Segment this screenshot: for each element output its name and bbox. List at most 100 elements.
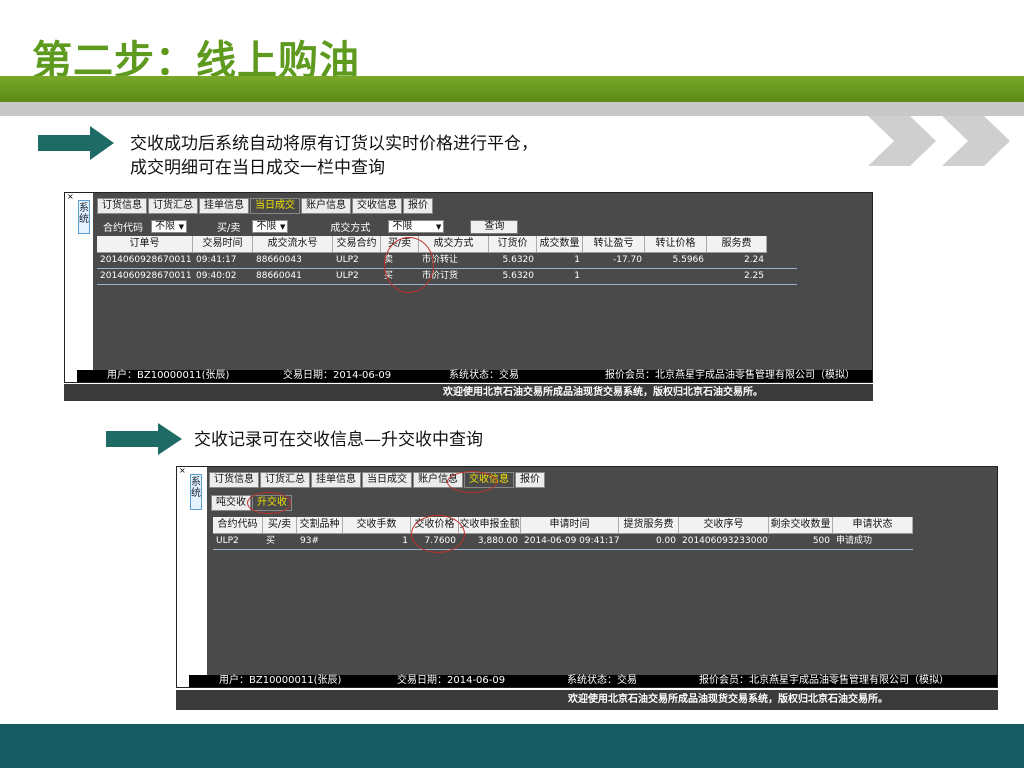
cell-transfer-pl: -17.70 bbox=[612, 255, 642, 265]
col-quantity: 成交数量 bbox=[537, 236, 583, 253]
tab-bar: 订货信息 订货汇总 挂单信息 当日成交 账户信息 交收信息 报价 bbox=[97, 198, 434, 214]
side-strip: × 系统 bbox=[177, 466, 207, 687]
col-transfer-pl: 转让盈亏 bbox=[583, 236, 645, 253]
caption-1-line-2: 成交明细可在当日成交一栏中查询 bbox=[130, 158, 385, 178]
cell-trade-time: 09:40:02 bbox=[196, 271, 237, 281]
cell-contract: ULP2 bbox=[336, 255, 359, 265]
subtab-ton-delivery[interactable]: 吨交收 bbox=[211, 495, 251, 511]
cell-quantity: 1 bbox=[574, 271, 580, 281]
welcome-bar: 欢迎使用北京石油交易所成品油现货交易系统，版权归北京石油交易所。 bbox=[64, 384, 873, 401]
col-declared-amount: 交收申报金额 bbox=[459, 517, 521, 534]
tab-today-trades[interactable]: 当日成交 bbox=[362, 472, 412, 488]
cell-delivery-seq: 2014060932330007 bbox=[682, 536, 769, 546]
cell-contract: ULP2 bbox=[336, 271, 359, 281]
cell-order-no: 2014060928670011 bbox=[100, 255, 192, 265]
cell-remaining-qty: 500 bbox=[812, 536, 830, 546]
highlight-circle-buysell bbox=[384, 237, 434, 293]
cell-apply-status: 申请成功 bbox=[836, 536, 873, 546]
tab-order-summary[interactable]: 订货汇总 bbox=[260, 472, 310, 488]
method-select[interactable]: 不限 bbox=[388, 220, 445, 233]
cell-apply-time: 2014-06-09 09:41:17 bbox=[524, 536, 619, 546]
tab-order-info[interactable]: 订货信息 bbox=[209, 472, 259, 488]
cell-delivery-grade: 93# bbox=[300, 536, 319, 546]
status-system-state: 系统状态：交易 bbox=[567, 675, 637, 686]
system-side-button[interactable]: 系统 bbox=[78, 200, 90, 234]
tab-today-trades[interactable]: 当日成交 bbox=[250, 198, 300, 214]
system-side-button[interactable]: 系统 bbox=[190, 474, 202, 510]
cell-serial-no: 88660041 bbox=[256, 271, 302, 281]
status-bar: 用户：BZ10000011(张辰) 交易日期：2014-06-09 系统状态：交… bbox=[189, 675, 997, 687]
cell-serial-no: 88660043 bbox=[256, 255, 302, 265]
trades-table-header: 订单号 交易时间 成交流水号 交易合约 买/卖 成交方式 订货价 成交数量 转让… bbox=[97, 236, 797, 253]
arrow-right-icon bbox=[106, 423, 182, 455]
buysell-label: 买/卖 bbox=[217, 223, 241, 234]
tab-order-info[interactable]: 订货信息 bbox=[97, 198, 147, 214]
cell-pickup-fee: 0.00 bbox=[655, 536, 676, 546]
col-contract: 合约代码 bbox=[213, 517, 263, 534]
col-delivery-lots: 交收手数 bbox=[343, 517, 411, 534]
col-trade-time: 交易时间 bbox=[193, 236, 253, 253]
col-apply-time: 申请时间 bbox=[521, 517, 619, 534]
title-band bbox=[0, 76, 1024, 102]
cell-delivery-lots: 1 bbox=[402, 536, 408, 546]
query-button[interactable]: 查询 bbox=[470, 219, 519, 234]
col-transfer-price: 转让价格 bbox=[645, 236, 707, 253]
highlight-circle-price bbox=[411, 515, 465, 553]
caption-2: 交收记录可在交收信息—升交收中查询 bbox=[194, 430, 483, 450]
status-member: 报价会员：北京燕星宇成品油零售管理有限公司（模拟） bbox=[605, 370, 855, 381]
status-trade-date: 交易日期：2014-06-09 bbox=[397, 675, 506, 686]
buysell-select[interactable]: 不限 bbox=[252, 220, 289, 233]
caption-1: 交收成功后系统自动将原有订货以实时价格进行平仓， 成交明细可在当日成交一栏中查询 bbox=[130, 132, 538, 180]
status-user: 用户：BZ10000011(张辰) bbox=[107, 370, 230, 381]
col-serial-no: 成交流水号 bbox=[253, 236, 333, 253]
table-row[interactable]: 2014060928670011 09:40:02 88660041 ULP2 … bbox=[97, 269, 797, 285]
contract-select[interactable]: 不限 bbox=[151, 220, 187, 233]
cell-order-price: 5.6320 bbox=[502, 255, 535, 265]
close-icon[interactable]: × bbox=[179, 466, 186, 475]
status-bar: 用户：BZ10000011(张辰) 交易日期：2014-06-09 系统状态：交… bbox=[77, 370, 872, 382]
title-band-shadow bbox=[0, 102, 1024, 116]
cell-transfer-price bbox=[645, 269, 707, 284]
cell-trade-time: 09:41:17 bbox=[196, 255, 237, 265]
footer-band bbox=[0, 724, 1024, 768]
trades-table: 订单号 交易时间 成交流水号 交易合约 买/卖 成交方式 订货价 成交数量 转让… bbox=[97, 236, 797, 285]
delivery-table-header: 合约代码 买/卖 交割品种 交收手数 交收价格 交收申报金额 申请时间 提货服务… bbox=[213, 517, 913, 534]
cell-contract: ULP2 bbox=[216, 536, 239, 546]
col-delivery-grade: 交割品种 bbox=[297, 517, 343, 534]
cell-service-fee: 2.24 bbox=[743, 255, 764, 265]
tab-pending-orders[interactable]: 挂单信息 bbox=[199, 198, 249, 214]
arrow-right-icon bbox=[38, 126, 114, 160]
col-order-no: 订单号 bbox=[97, 236, 193, 253]
delivery-panel: × 系统 订货信息 订货汇总 挂单信息 当日成交 账户信息 交收信息 报价 吨交… bbox=[176, 466, 998, 688]
tab-delivery-info[interactable]: 交收信息 bbox=[352, 198, 402, 214]
tab-quote[interactable]: 报价 bbox=[403, 198, 433, 214]
welcome-bar: 欢迎使用北京石油交易所成品油现货交易系统，版权归北京石油交易所。 bbox=[176, 690, 998, 710]
tab-order-summary[interactable]: 订货汇总 bbox=[148, 198, 198, 214]
tab-quote[interactable]: 报价 bbox=[515, 472, 545, 488]
cell-service-fee: 2.25 bbox=[743, 271, 764, 281]
tab-pending-orders[interactable]: 挂单信息 bbox=[311, 472, 361, 488]
status-trade-date: 交易日期：2014-06-09 bbox=[283, 370, 392, 381]
table-row[interactable]: ULP2 买 93# 1 7.7600 3,880.00 2014-06-09 … bbox=[213, 534, 913, 550]
chevron-decoration-icon bbox=[868, 116, 1010, 166]
col-pickup-fee: 提货服务费 bbox=[619, 517, 679, 534]
col-order-price: 订货价 bbox=[489, 236, 537, 253]
highlight-circle-tab bbox=[447, 471, 497, 493]
table-row[interactable]: 2014060928670011 09:41:17 88660043 ULP2 … bbox=[97, 253, 797, 269]
status-system-state: 系统状态：交易 bbox=[449, 370, 519, 381]
trade-panel-today: × 系统 订货信息 订货汇总 挂单信息 当日成交 账户信息 交收信息 报价 合约… bbox=[64, 192, 873, 383]
close-icon[interactable]: × bbox=[67, 192, 74, 201]
delivery-table: 合约代码 买/卖 交割品种 交收手数 交收价格 交收申报金额 申请时间 提货服务… bbox=[213, 517, 913, 550]
col-buysell: 买/卖 bbox=[263, 517, 297, 534]
cell-quantity: 1 bbox=[574, 255, 580, 265]
tab-account-info[interactable]: 账户信息 bbox=[301, 198, 351, 214]
method-label: 成交方式 bbox=[330, 223, 371, 234]
cell-transfer-pl bbox=[583, 269, 645, 284]
cell-buysell: 买 bbox=[266, 536, 276, 546]
cell-transfer-price: 5.5966 bbox=[672, 255, 705, 265]
caption-1-line-1: 交收成功后系统自动将原有订货以实时价格进行平仓， bbox=[130, 134, 538, 154]
status-member: 报价会员：北京燕星宇成品油零售管理有限公司（模拟） bbox=[699, 675, 949, 686]
col-service-fee: 服务费 bbox=[707, 236, 767, 253]
col-remaining-qty: 剩余交收数量 bbox=[769, 517, 833, 534]
highlight-circle-subtab bbox=[247, 492, 291, 514]
